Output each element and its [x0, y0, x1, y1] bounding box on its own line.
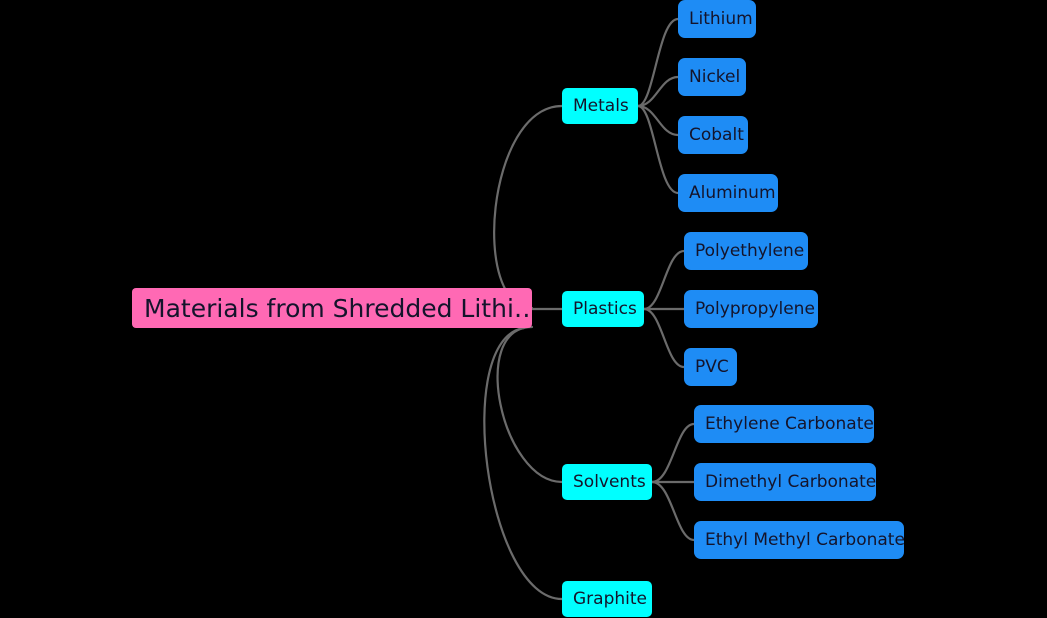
edge-plastics-pvc	[642, 307, 686, 369]
edge-solvents-ethyl-methyl-carbonate	[650, 480, 696, 542]
edge-metals-cobalt	[636, 104, 680, 137]
leaf-node-nickel[interactable]: Nickel	[678, 58, 746, 96]
leaf-node-lithium[interactable]: Lithium	[678, 0, 756, 38]
branch-node-plastics-label: Plastics	[573, 298, 637, 319]
leaf-node-dimethyl-carbonate-label: Dimethyl Carbonate	[705, 471, 876, 492]
leaf-node-polyethylene[interactable]: Polyethylene	[684, 232, 808, 270]
branch-node-graphite[interactable]: Graphite	[562, 581, 652, 617]
branch-node-plastics[interactable]: Plastics	[562, 291, 644, 327]
root-node[interactable]: Materials from Shredded Lithi…	[132, 288, 532, 328]
mindmap-canvas: Materials from Shredded Lithi… Metals Li…	[0, 0, 1047, 618]
leaf-node-ethylene-carbonate-label: Ethylene Carbonate	[705, 413, 874, 434]
branch-node-metals[interactable]: Metals	[562, 88, 638, 124]
edge-metals-aluminum	[636, 104, 680, 195]
leaf-node-polyethylene-label: Polyethylene	[695, 240, 805, 261]
leaf-node-pvc-label: PVC	[695, 356, 729, 377]
branch-node-solvents-label: Solvents	[573, 471, 646, 492]
leaf-node-aluminum-label: Aluminum	[689, 182, 776, 203]
leaf-node-polypropylene-label: Polypropylene	[695, 298, 815, 319]
leaf-node-lithium-label: Lithium	[689, 8, 753, 29]
edge-metals-lithium	[636, 17, 680, 108]
leaf-node-cobalt[interactable]: Cobalt	[678, 116, 748, 154]
leaf-node-polypropylene[interactable]: Polypropylene	[684, 290, 818, 328]
branch-node-graphite-label: Graphite	[573, 588, 647, 609]
leaf-node-dimethyl-carbonate[interactable]: Dimethyl Carbonate	[694, 463, 876, 501]
leaf-node-nickel-label: Nickel	[689, 66, 741, 87]
edge-solvents-ethylene-carbonate	[650, 422, 696, 484]
edge-root-solvents	[496, 325, 564, 484]
edge-root-graphite	[483, 326, 564, 601]
leaf-node-ethyl-methyl-carbonate[interactable]: Ethyl Methyl Carbonate	[694, 521, 904, 559]
branch-node-solvents[interactable]: Solvents	[562, 464, 652, 500]
edge-plastics-polyethylene	[642, 249, 686, 311]
leaf-node-aluminum[interactable]: Aluminum	[678, 174, 778, 212]
edge-metals-nickel	[636, 75, 680, 108]
leaf-node-ethylene-carbonate[interactable]: Ethylene Carbonate	[694, 405, 874, 443]
leaf-node-pvc[interactable]: PVC	[684, 348, 737, 386]
branch-node-metals-label: Metals	[573, 95, 629, 116]
leaf-node-cobalt-label: Cobalt	[689, 124, 744, 145]
leaf-node-ethyl-methyl-carbonate-label: Ethyl Methyl Carbonate	[705, 529, 904, 550]
edge-root-metals	[493, 104, 564, 310]
root-node-label: Materials from Shredded Lithi…	[144, 293, 532, 323]
